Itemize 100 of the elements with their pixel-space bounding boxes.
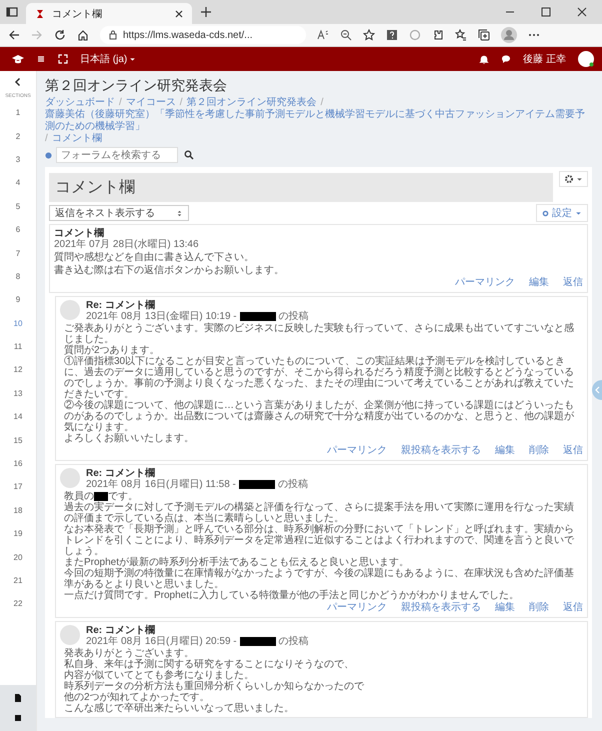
avatar-icon — [60, 300, 80, 320]
gear-menu-button[interactable] — [559, 171, 588, 187]
collapse-icon[interactable] — [13, 77, 23, 87]
maximize-icon[interactable] — [540, 6, 552, 18]
breadcrumb-link[interactable]: 齋藤美佑（後藤研究室）「季節性を考慮した事前予測モデルと機械学習モデルに基づく中古ファッションアイテム需要予測のための機械学習」 — [45, 109, 592, 133]
section-link[interactable]: 17 — [14, 475, 22, 499]
post-action-link[interactable]: 親投稿を表示する — [401, 602, 481, 614]
post-date: 2021年 08月 13日(金曜日) 10:19 - — [86, 311, 237, 322]
post-date: 2021年 08月 16日(月曜日) 20:59 - — [86, 636, 237, 647]
post-action-link[interactable]: 返信 — [563, 445, 583, 457]
post-text: 時系列データの分析方法も重回帰分析くらいしか知らなかったので — [64, 681, 365, 692]
redaction-bar — [240, 312, 276, 321]
browser-tab[interactable]: コメント欄 — [26, 3, 192, 25]
section-link[interactable]: 22 — [14, 592, 22, 616]
up-down-arrows-icon — [176, 210, 183, 216]
post-action-link[interactable]: パーマリンク — [455, 277, 515, 289]
post-date: 2021年 08月 16日(月曜日) 11:58 - — [86, 479, 236, 490]
help-icon[interactable] — [386, 29, 398, 41]
chat-icon[interactable] — [501, 54, 512, 64]
fullscreen-icon[interactable] — [58, 54, 68, 64]
bell-icon[interactable] — [479, 54, 490, 64]
redaction-bar — [240, 637, 276, 646]
refresh-icon[interactable] — [54, 29, 66, 41]
post-action-link[interactable]: パーマリンク — [327, 445, 387, 457]
back-icon[interactable] — [8, 29, 20, 41]
section-link[interactable]: 1 — [16, 101, 20, 124]
favorite-star-icon[interactable] — [363, 29, 375, 41]
drawer-toggle-icon[interactable] — [592, 380, 602, 400]
section-link[interactable]: 12 — [14, 358, 22, 382]
section-link[interactable]: 15 — [14, 428, 22, 452]
section-link[interactable]: 18 — [14, 498, 22, 522]
display-mode-select[interactable]: 返信をネスト表示する — [49, 205, 189, 221]
close-icon[interactable] — [174, 9, 184, 19]
section-link[interactable]: 5 — [16, 194, 20, 218]
section-link[interactable]: 3 — [16, 148, 20, 172]
section-link[interactable]: 21 — [14, 568, 22, 592]
gear-icon — [564, 174, 574, 184]
post-action-link[interactable]: 返信 — [563, 277, 583, 289]
breadcrumb-link[interactable]: 第２回オンライン研究発表会 — [186, 97, 317, 109]
settings-button[interactable]: 設定 — [536, 204, 588, 222]
section-link[interactable]: 6 — [16, 218, 20, 242]
favorites-icon[interactable] — [455, 29, 467, 41]
search-field[interactable]: フォーラムを検索する — [56, 147, 178, 163]
post-action-link[interactable]: 編集 — [529, 277, 549, 289]
menu-icon[interactable] — [36, 54, 46, 64]
post-text: ②今後の課題について、他の課題に…という言葉がありましたが、企業側が他に持っている課題にはどういったものがあるのでしょうか。出品数については齋藤さんの研究で十分な精度が出ているのかな、と思うと、他の課題が気になります。 — [64, 400, 575, 433]
post-text: ①評価指標30以下になることが目安と言っていたものについて、この実証結果は予測モデルを検討しているときに、過去のデータに適用していると思うのですが、そこから得られるだろう精度予測と比較するとどうなっているのでしょうか。事前の予測より良くなった悪くなった、またその理由について考えていることがあれば教えていただきたいです。 — [64, 356, 575, 400]
caret-icon — [576, 176, 583, 182]
user-avatar-icon[interactable] — [578, 51, 594, 67]
post-subject: Re: コメント欄 — [86, 468, 156, 479]
post-text: 私自身、来年は予測に関する研究をすることになりそうなので、 — [64, 659, 355, 670]
post-action-link[interactable]: パーマリンク — [327, 602, 387, 614]
address-field[interactable]: https://lms.waseda-cds.net/... — [100, 26, 306, 44]
posted-label: の投稿 — [278, 311, 309, 322]
tab-actions-icon[interactable] — [6, 6, 18, 18]
section-link[interactable]: 8 — [16, 264, 20, 288]
section-link[interactable]: 2 — [16, 124, 20, 148]
post-action-link[interactable]: 削除 — [529, 445, 549, 457]
new-tab-icon[interactable] — [200, 6, 212, 18]
lock-icon — [108, 30, 118, 40]
post-date: 2021年 07月 28日(水曜日) 13:46 — [54, 239, 200, 250]
post-action-link[interactable]: 編集 — [495, 602, 515, 614]
breadcrumb-link[interactable]: マイコース — [126, 97, 176, 109]
home-icon[interactable] — [77, 29, 89, 41]
profile-avatar-icon[interactable] — [501, 27, 517, 43]
section-link[interactable]: 20 — [14, 545, 22, 569]
section-link[interactable]: 13 — [14, 382, 22, 406]
search-button[interactable] — [182, 148, 196, 162]
breadcrumb-link[interactable]: ダッシュボード — [45, 97, 115, 109]
close-window-icon[interactable] — [576, 6, 588, 18]
post-action-link[interactable]: 親投稿を表示する — [401, 445, 481, 457]
section-link[interactable]: 11 — [14, 334, 22, 358]
read-aloud-icon[interactable] — [317, 29, 329, 41]
section-link[interactable]: 4 — [16, 171, 20, 195]
breadcrumb-link[interactable]: コメント欄 — [52, 133, 102, 145]
graduation-cap-icon[interactable] — [12, 53, 24, 65]
post-action-link[interactable]: 編集 — [495, 445, 515, 457]
post-text: こんな感じで卒研出来たらいいなって思いました。 — [64, 703, 295, 714]
extensions-icon[interactable] — [432, 29, 444, 41]
help-dot-icon[interactable] — [45, 152, 52, 158]
section-link[interactable]: 9 — [16, 288, 20, 312]
file-icon[interactable] — [13, 693, 23, 703]
collections-icon[interactable] — [478, 29, 490, 41]
section-link[interactable]: 10 — [14, 312, 22, 335]
post-action-link[interactable]: 返信 — [563, 602, 583, 614]
user-name[interactable]: 後藤 正幸 — [523, 52, 566, 66]
section-link[interactable]: 14 — [14, 405, 22, 428]
post-action-link[interactable]: 削除 — [529, 602, 549, 614]
breadcrumb-separator: / — [119, 97, 122, 109]
section-link[interactable]: 7 — [16, 241, 20, 265]
zoom-icon[interactable] — [340, 29, 352, 41]
section-link[interactable]: 16 — [14, 452, 22, 476]
grid-icon[interactable] — [13, 713, 23, 723]
section-link[interactable]: 19 — [14, 522, 22, 546]
posted-label: の投稿 — [278, 479, 308, 490]
language-menu[interactable]: 日本語 (ja) — [80, 52, 136, 66]
avatar-icon — [60, 468, 80, 488]
caret-icon — [129, 56, 136, 62]
post-text: よろしくお願いいたします。 — [64, 433, 195, 444]
post-text: 今回の短期予測の特徴量に在庫情報がなかったようですが、今後の課題にもあるように、在庫状況も含めた評価基準があるとより良いと思いました。 — [64, 568, 575, 590]
